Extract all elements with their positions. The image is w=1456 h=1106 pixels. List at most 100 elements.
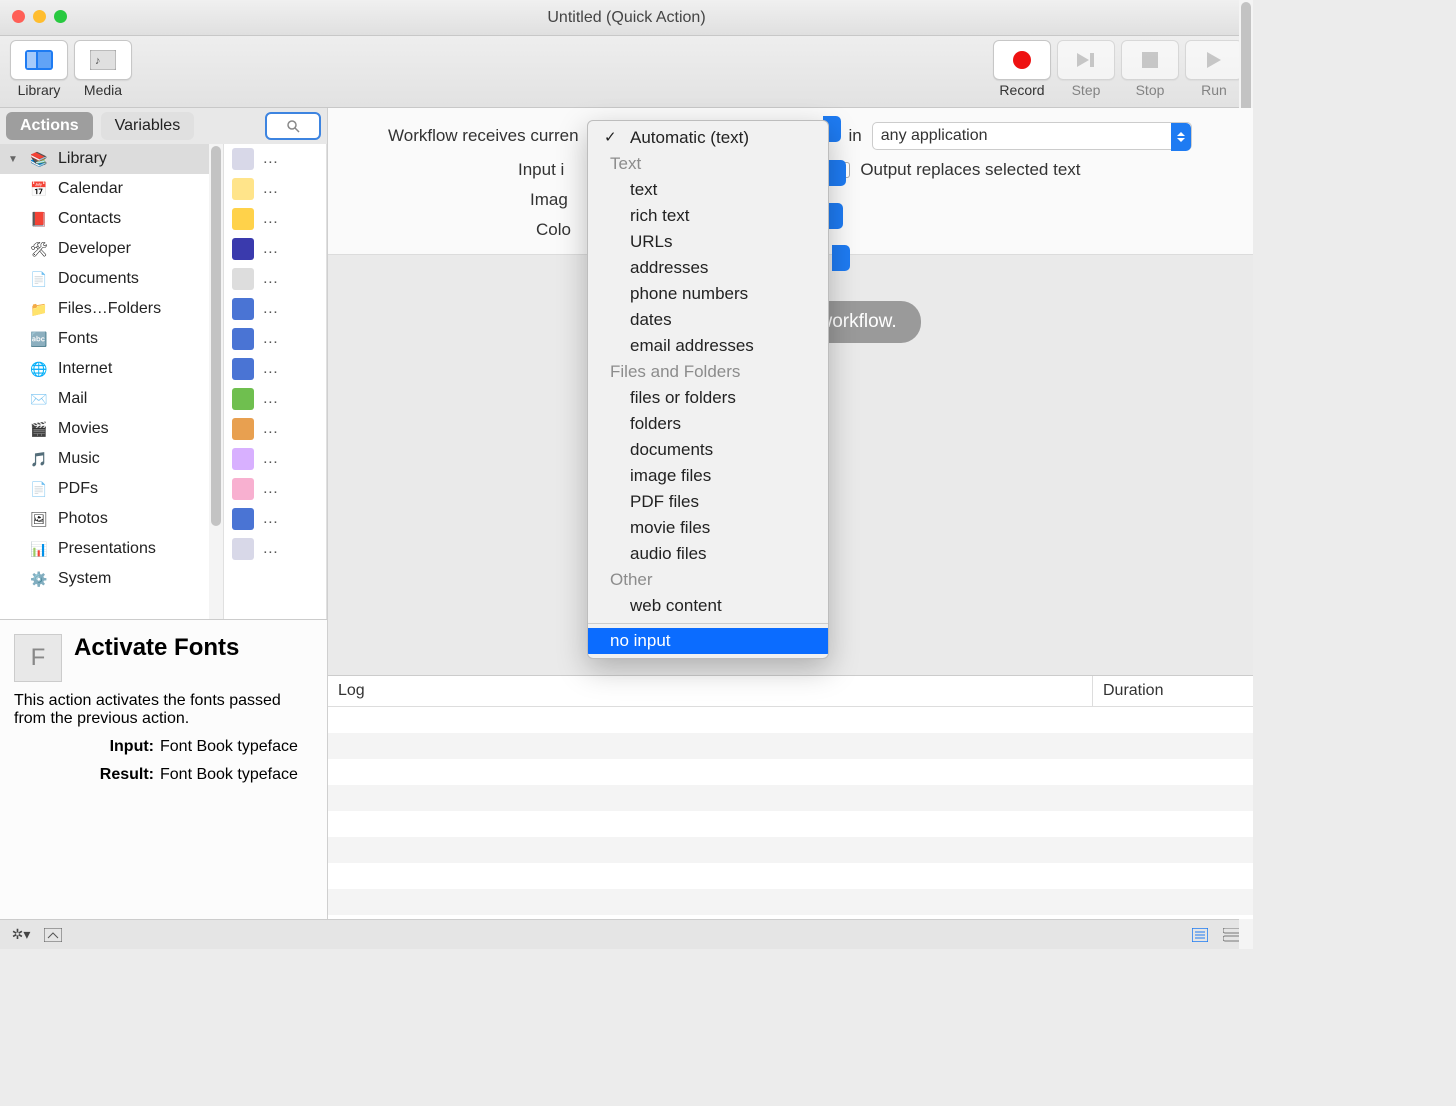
close-window[interactable] (12, 10, 25, 23)
action-row[interactable]: … (224, 354, 326, 384)
sidebar-scrollbar[interactable] (209, 144, 223, 619)
sidebar-item[interactable]: 📅Calendar (0, 174, 223, 204)
gear-menu[interactable]: ✲▾ (10, 926, 32, 944)
action-label: … (262, 300, 278, 318)
popup-item[interactable]: audio files (588, 541, 828, 567)
sidebar-item-label: Internet (58, 360, 112, 378)
sidebar-item[interactable]: 🔤Fonts (0, 324, 223, 354)
action-row[interactable]: … (224, 174, 326, 204)
minimize-window[interactable] (33, 10, 46, 23)
sidebar-item-label: System (58, 570, 111, 588)
action-icon (232, 178, 254, 200)
sidebar-item[interactable]: 🎵Music (0, 444, 223, 474)
action-icon (232, 358, 254, 380)
action-row[interactable]: … (224, 294, 326, 324)
disclosure-triangle-icon[interactable]: ▼ (8, 154, 20, 165)
popup-item[interactable]: dates (588, 307, 828, 333)
tab-variables[interactable]: Variables (101, 112, 195, 140)
popup-item[interactable]: movie files (588, 515, 828, 541)
popup-item[interactable]: phone numbers (588, 281, 828, 307)
action-icon (232, 238, 254, 260)
action-label: … (262, 390, 278, 408)
action-row[interactable]: … (224, 204, 326, 234)
toggle-log-button[interactable] (42, 926, 64, 944)
search-input[interactable] (265, 112, 321, 140)
sidebar-item[interactable]: ⚙️System (0, 564, 223, 594)
popup-item[interactable]: email addresses (588, 333, 828, 359)
sidebar-item[interactable]: 📄Documents (0, 264, 223, 294)
popup-item-noinput[interactable]: no input (588, 628, 828, 654)
sidebar-item[interactable]: 🎬Movies (0, 414, 223, 444)
sidebar-item[interactable]: 📕Contacts (0, 204, 223, 234)
popup-item[interactable]: text (588, 177, 828, 203)
action-label: … (262, 330, 278, 348)
library-label: Library (18, 82, 61, 98)
zoom-window[interactable] (54, 10, 67, 23)
sidebar-item[interactable]: 📁Files…Folders (0, 294, 223, 324)
popup-item[interactable]: rich text (588, 203, 828, 229)
color-label: Colo (536, 220, 571, 240)
action-icon (232, 208, 254, 230)
action-row[interactable]: … (224, 324, 326, 354)
action-icon (232, 418, 254, 440)
library-header[interactable]: ▼ 📚 Library (0, 144, 223, 174)
popup-item[interactable]: URLs (588, 229, 828, 255)
sidebar-item-label: Files…Folders (58, 300, 161, 318)
action-label: … (262, 510, 278, 528)
receives-dropdown[interactable]: Automatic (text) Texttextrich textURLsad… (587, 120, 829, 659)
action-row[interactable]: … (224, 534, 326, 564)
popup-item[interactable]: documents (588, 437, 828, 463)
duration-column-header[interactable]: Duration (1093, 676, 1253, 706)
log-rows (328, 707, 1253, 919)
stepper-icon (832, 245, 850, 271)
detail-input-value: Font Book typeface (160, 738, 298, 756)
action-row[interactable]: … (224, 234, 326, 264)
detail-result-label: Result: (14, 766, 154, 784)
action-row[interactable]: … (224, 414, 326, 444)
category-icon: 🌐 (28, 358, 50, 380)
sidebar-item[interactable]: 🖼Photos (0, 504, 223, 534)
sidebar-item-label: Calendar (58, 180, 123, 198)
popup-item[interactable]: web content (588, 593, 828, 619)
action-icon (232, 538, 254, 560)
category-icon: 📊 (28, 538, 50, 560)
log-column-header[interactable]: Log (328, 676, 1093, 706)
action-icon (232, 328, 254, 350)
action-row[interactable]: … (224, 144, 326, 174)
action-row[interactable]: … (224, 474, 326, 504)
action-label: … (262, 270, 278, 288)
popup-item-automatic[interactable]: Automatic (text) (588, 125, 828, 151)
action-row[interactable]: … (224, 384, 326, 414)
step-button[interactable]: Step (1057, 40, 1115, 98)
popup-item[interactable]: addresses (588, 255, 828, 281)
sidebar-item[interactable]: 🌐 Internet (0, 354, 223, 384)
tab-actions[interactable]: Actions (6, 112, 93, 140)
sidebar-item[interactable]: 🛠Developer (0, 234, 223, 264)
library-button[interactable]: Library (10, 40, 68, 98)
output-replaces-label: Output replaces selected text (860, 160, 1080, 180)
popup-item[interactable]: files or folders (588, 385, 828, 411)
action-label: … (262, 210, 278, 228)
stop-button[interactable]: Stop (1121, 40, 1179, 98)
popup-item[interactable]: image files (588, 463, 828, 489)
action-row[interactable]: … (224, 264, 326, 294)
category-icon: 🛠 (28, 238, 50, 260)
action-row[interactable]: … (224, 444, 326, 474)
record-button[interactable]: Record (993, 40, 1051, 98)
app-select-value: any application (881, 127, 988, 145)
media-button[interactable]: ♪ Media (74, 40, 132, 98)
view-list-button[interactable] (1189, 926, 1211, 944)
category-list[interactable]: ▼ 📚 Library 📅Calendar📕Contacts🛠Developer… (0, 144, 224, 619)
popup-item[interactable]: PDF files (588, 489, 828, 515)
action-row[interactable]: … (224, 504, 326, 534)
action-list[interactable]: …………………………………… (224, 144, 327, 619)
step-label: Step (1072, 82, 1101, 98)
stepper-icon (828, 160, 846, 186)
sidebar-item[interactable]: 📄PDFs (0, 474, 223, 504)
app-select[interactable]: any application (872, 122, 1192, 150)
popup-item[interactable]: folders (588, 411, 828, 437)
sidebar-item[interactable]: ✉️Mail (0, 384, 223, 414)
titlebar: Untitled (Quick Action) (0, 0, 1253, 36)
sidebar-item[interactable]: 📊Presentations (0, 534, 223, 564)
run-button[interactable]: Run (1185, 40, 1243, 98)
